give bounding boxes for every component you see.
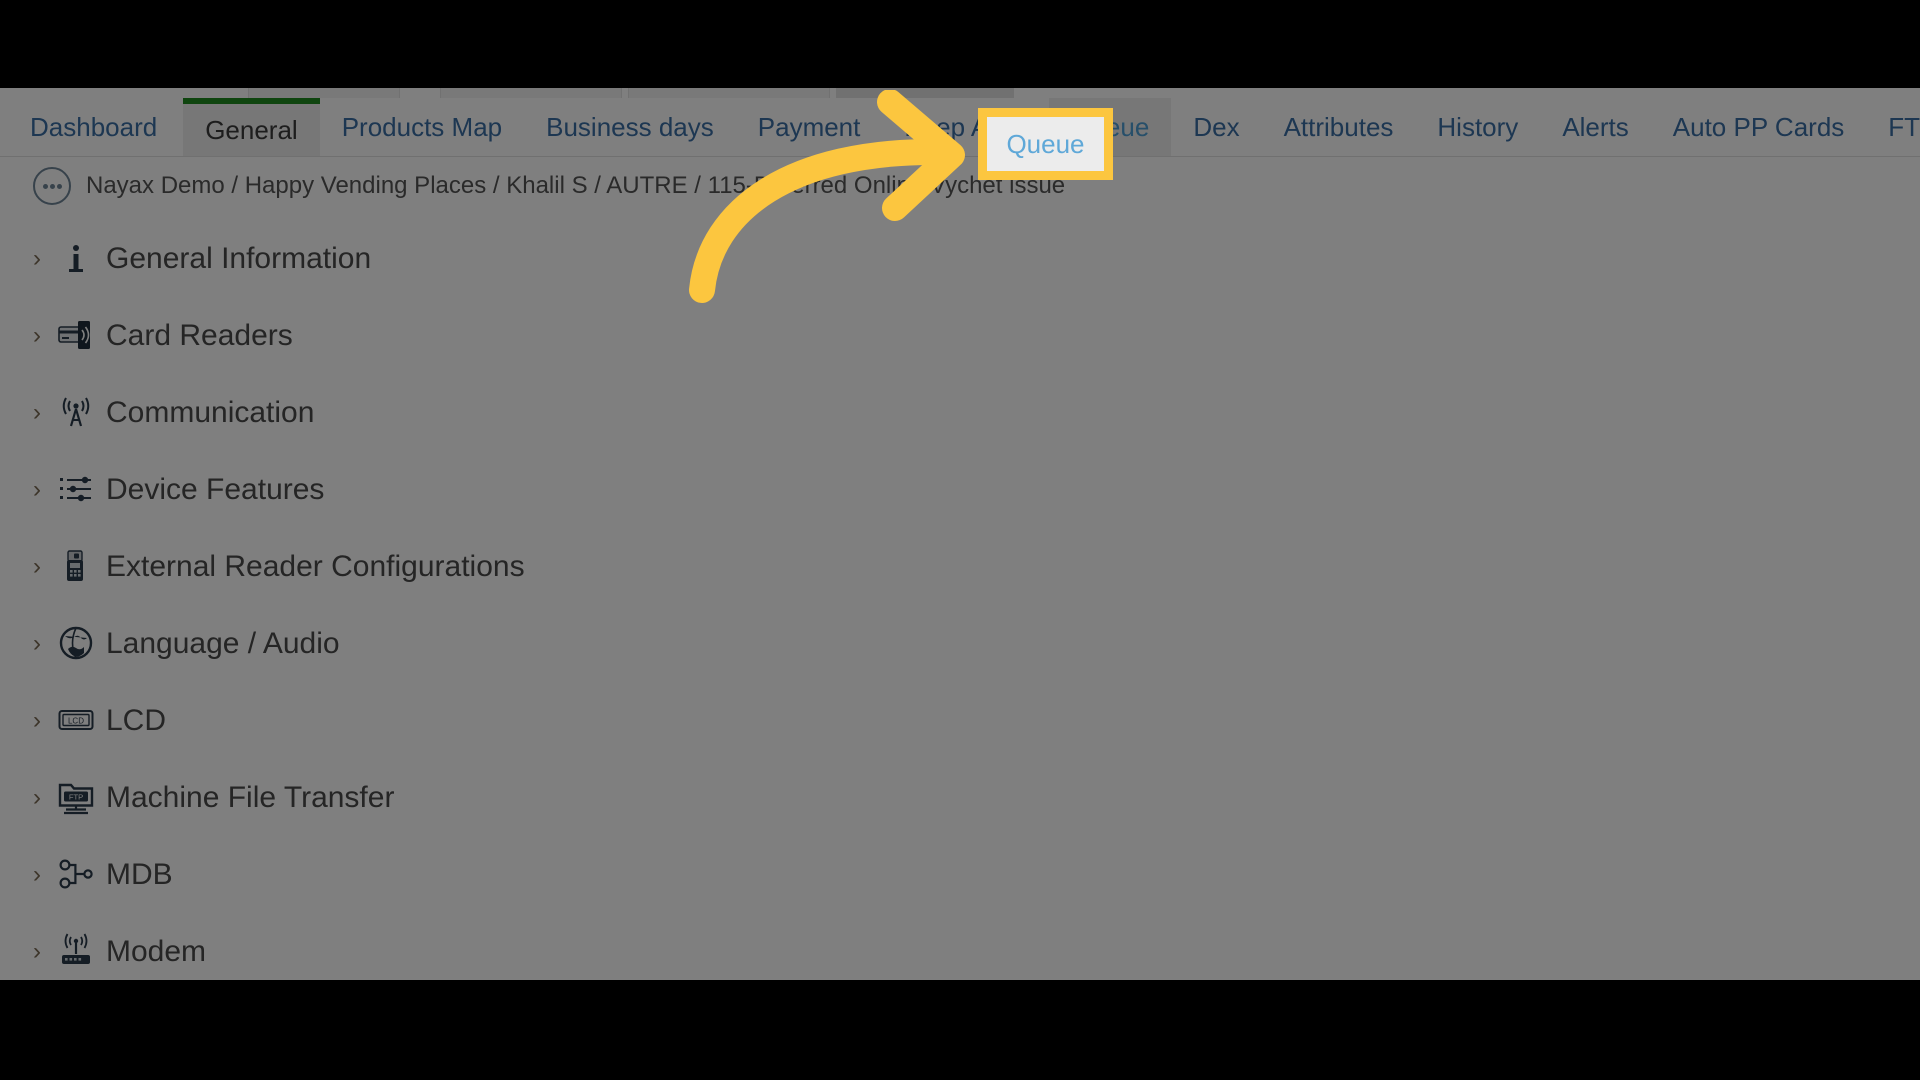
- primary-tab-bar[interactable]: Dashboard General Products Map Business …: [0, 98, 1920, 157]
- section-language-audio[interactable]: › Language / Audio: [0, 605, 1920, 682]
- sliders-icon: [58, 471, 94, 507]
- section-communication[interactable]: › Communication: [0, 374, 1920, 451]
- chevron-right-icon[interactable]: ›: [24, 528, 50, 605]
- section-label: LCD: [106, 704, 167, 737]
- lcd-screen-icon: LCD: [58, 702, 94, 738]
- section-card-readers[interactable]: › Card Readers: [0, 297, 1920, 374]
- globe-icon: [58, 625, 94, 661]
- section-general-information[interactable]: › General Information: [0, 220, 1920, 297]
- ellipsis-dot: [43, 184, 48, 189]
- section-modem[interactable]: › Modem: [0, 913, 1920, 980]
- tab-payment[interactable]: Payment: [736, 98, 883, 156]
- letterbox-bottom: [0, 980, 1920, 1080]
- section-machine-file-transfer[interactable]: › FTP Machine File Transfer: [0, 759, 1920, 836]
- tab-queue[interactable]: Queue: [1049, 98, 1172, 156]
- section-label: MDB: [106, 858, 173, 891]
- chevron-right-icon[interactable]: ›: [24, 682, 50, 759]
- chevron-right-icon[interactable]: ›: [24, 220, 50, 297]
- chevron-right-icon[interactable]: ›: [24, 759, 50, 836]
- ellipsis-dot: [57, 184, 62, 189]
- tab-products-map[interactable]: Products Map: [320, 98, 524, 156]
- screenshot-root: Dashboard General Products Map Business …: [0, 0, 1920, 1080]
- section-label: Machine File Transfer: [106, 781, 395, 814]
- section-label: Language / Audio: [106, 627, 340, 660]
- section-device-features[interactable]: › Device Features: [0, 451, 1920, 528]
- section-label: General Information: [106, 242, 372, 275]
- section-label: External Reader Configurations: [106, 550, 525, 583]
- tab-attributes[interactable]: Attributes: [1262, 98, 1416, 156]
- svg-text:LCD: LCD: [68, 717, 84, 726]
- ghost-tab: [836, 88, 1014, 98]
- tab-alerts[interactable]: Alerts: [1540, 98, 1650, 156]
- tab-dashboard[interactable]: Dashboard: [0, 98, 183, 156]
- ghost-tab: [628, 88, 830, 98]
- breadcrumb-path: Nayax Demo / Happy Vending Places / Khal…: [86, 172, 1066, 199]
- info-icon: [58, 240, 94, 276]
- card-terminal-icon: [58, 548, 94, 584]
- ellipsis-circle-icon[interactable]: [33, 167, 71, 205]
- section-lcd[interactable]: › LCD LCD: [0, 682, 1920, 759]
- chevron-right-icon[interactable]: ›: [24, 297, 50, 374]
- chevron-right-icon[interactable]: ›: [24, 374, 50, 451]
- letterbox-top: [0, 0, 1920, 88]
- tab-ftl[interactable]: FTL: [1866, 98, 1920, 156]
- section-label: Modem: [106, 935, 207, 968]
- tab-business-days[interactable]: Business days: [524, 98, 736, 156]
- breadcrumb: Nayax Demo / Happy Vending Places / Khal…: [0, 157, 1920, 217]
- section-mdb[interactable]: › MDB: [0, 836, 1920, 913]
- section-label: Card Readers: [106, 319, 293, 352]
- section-label: Communication: [106, 396, 315, 429]
- app-viewport: Dashboard General Products Map Business …: [0, 88, 1920, 980]
- tab-history[interactable]: History: [1415, 98, 1540, 156]
- ghost-tab-strip: [0, 88, 1920, 98]
- ghost-tab: [440, 88, 622, 98]
- ftp-folder-icon: FTP: [58, 779, 94, 815]
- svg-text:FTP: FTP: [69, 792, 83, 801]
- card-reader-icon: [58, 317, 94, 353]
- settings-section-list: › General Information › Card Readers › C…: [0, 220, 1920, 980]
- tab-keep-alive[interactable]: Keep Alive: [882, 98, 1049, 156]
- chevron-right-icon[interactable]: ›: [24, 451, 50, 528]
- ghost-tab: [248, 88, 400, 98]
- antenna-signal-icon: [58, 394, 94, 430]
- chevron-right-icon[interactable]: ›: [24, 913, 50, 980]
- ellipsis-dot: [50, 184, 55, 189]
- tab-general[interactable]: General: [183, 98, 320, 156]
- tab-dex[interactable]: Dex: [1171, 98, 1261, 156]
- section-label: Device Features: [106, 473, 325, 506]
- tab-auto-pp-cards[interactable]: Auto PP Cards: [1651, 98, 1867, 156]
- node-network-icon: [58, 856, 94, 892]
- modem-router-icon: [58, 933, 94, 969]
- chevron-right-icon[interactable]: ›: [24, 836, 50, 913]
- chevron-right-icon[interactable]: ›: [24, 605, 50, 682]
- section-external-reader-configurations[interactable]: › External Reader Configurations: [0, 528, 1920, 605]
